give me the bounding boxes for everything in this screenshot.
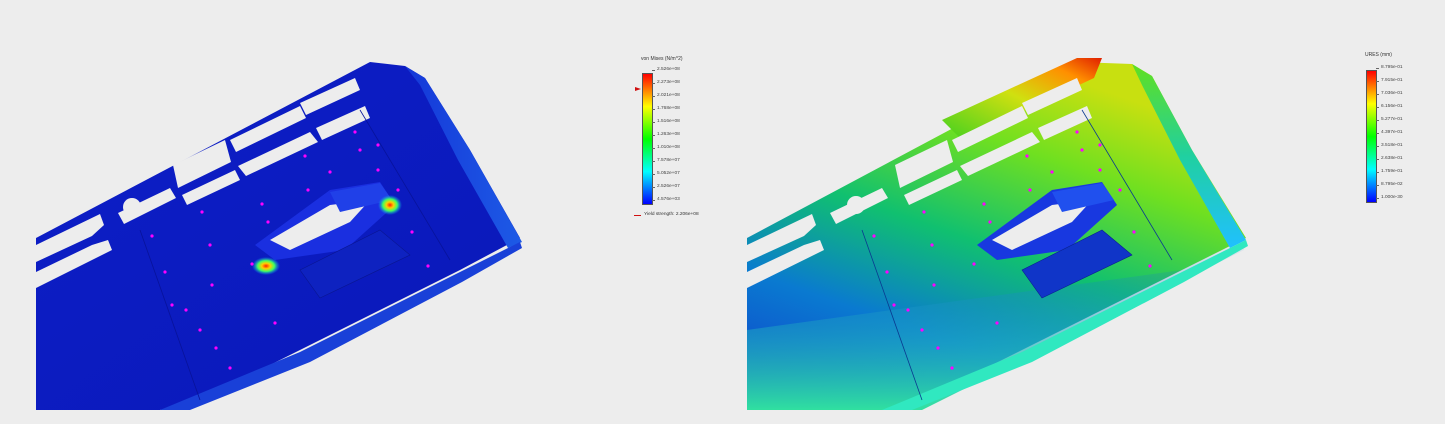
displacement-model-render[interactable] bbox=[722, 0, 1445, 424]
legend-tick: 7.578e+07 bbox=[652, 158, 680, 163]
legend-tick: 5.277e-01 bbox=[1376, 117, 1403, 122]
legend-tick: 1.010e+08 bbox=[652, 145, 680, 150]
legend-tick: 1.000e-30 bbox=[1376, 195, 1403, 200]
stress-colorbar bbox=[642, 73, 653, 205]
legend-tick: 2.526e+08 bbox=[652, 67, 680, 72]
legend-tick: 2.526e+07 bbox=[652, 184, 680, 189]
legend-tick: 3.518e-01 bbox=[1376, 143, 1403, 148]
legend-tick: 1.768e+08 bbox=[652, 106, 680, 111]
legend-tick: 6.156e-01 bbox=[1376, 104, 1403, 109]
displacement-plot-pane: URES (mm) 8.795e-01 7.915e-01 7.036e-01 … bbox=[722, 0, 1445, 424]
stress-hotspot bbox=[252, 257, 280, 275]
legend-tick: 8.795e-02 bbox=[1376, 182, 1403, 187]
yield-arrow-icon bbox=[634, 215, 641, 216]
legend-tick: 4.397e-01 bbox=[1376, 130, 1403, 135]
legend-tick: 2.273e+08 bbox=[652, 80, 680, 85]
yield-marker-icon bbox=[635, 87, 641, 91]
legend-tick: 7.036e-01 bbox=[1376, 91, 1403, 96]
legend-tick: 1.516e+08 bbox=[652, 119, 680, 124]
legend-tick: 4.576e+03 bbox=[652, 197, 680, 202]
stress-model-render[interactable] bbox=[0, 0, 722, 424]
legend-tick: 1.759e-01 bbox=[1376, 169, 1403, 174]
legend-title: URES (mm) bbox=[1365, 52, 1392, 58]
stress-plot-pane: von Mises (N/m^2) 2.526e+08 2.273e+08 2.… bbox=[0, 0, 722, 424]
legend-tick: 2.638e-01 bbox=[1376, 156, 1403, 161]
displacement-colorbar bbox=[1366, 70, 1377, 203]
legend-tick: 7.915e-01 bbox=[1376, 78, 1403, 83]
yield-strength-label: Yield strength: 2.206e+08 bbox=[644, 212, 699, 217]
legend-tick: 8.795e-01 bbox=[1376, 65, 1403, 70]
legend-title: von Mises (N/m^2) bbox=[641, 56, 683, 62]
legend-tick: 2.021e+08 bbox=[652, 93, 680, 98]
legend-tick: 1.263e+08 bbox=[652, 132, 680, 137]
stress-hotspot bbox=[378, 195, 402, 215]
legend-tick: 5.052e+07 bbox=[652, 171, 680, 176]
